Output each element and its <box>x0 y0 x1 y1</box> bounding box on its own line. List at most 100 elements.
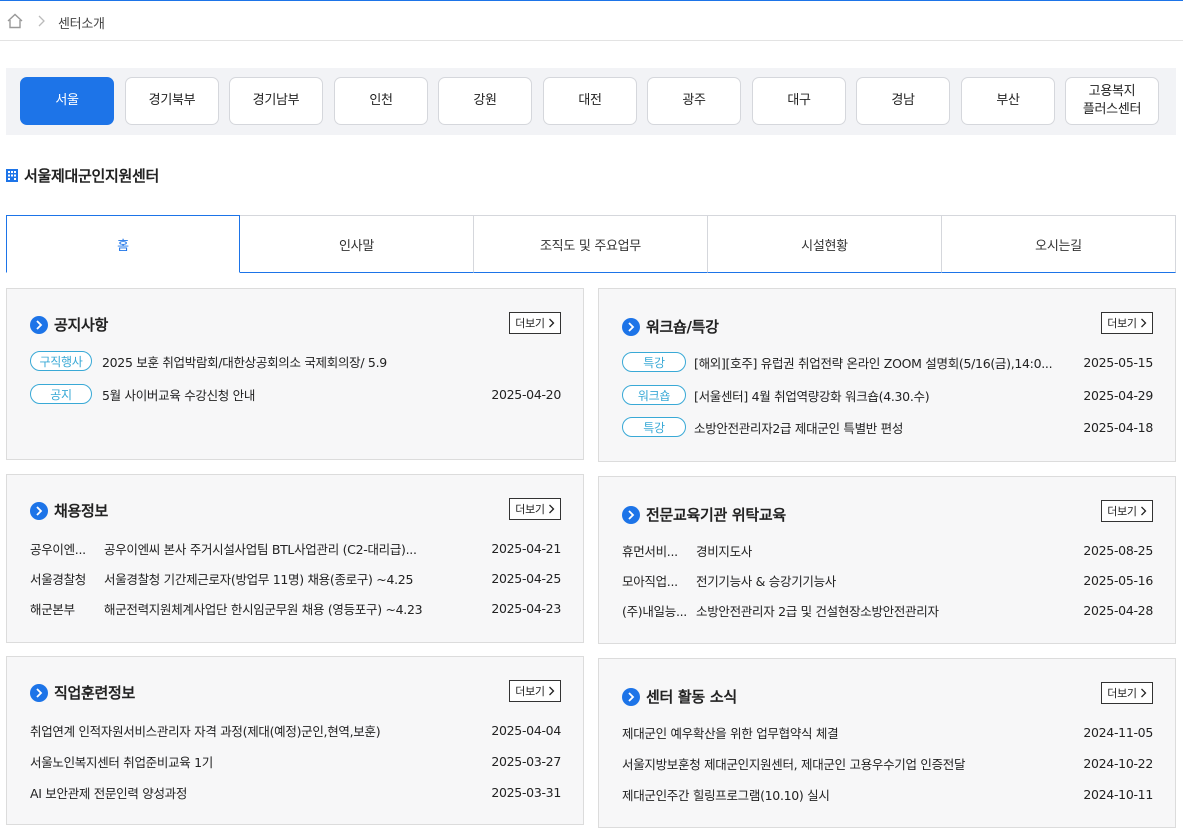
edu-link[interactable]: 소방안전관리자 2급 및 건설현장소방안전관리자 <box>696 601 1073 620</box>
training-link[interactable]: 취업연계 인적자원서비스관리자 자격 과정(제대(예정)군인,현역,보훈) <box>30 721 481 740</box>
chevron-right-icon <box>1140 506 1147 516</box>
tab-facilities[interactable]: 시설현황 <box>708 215 942 273</box>
chevron-right-icon <box>548 504 555 514</box>
chevron-right-icon <box>548 318 555 328</box>
list-item: 공지 5월 사이버교육 수강신청 안내 2025-04-20 <box>30 383 561 405</box>
list-item: 서울경찰청 서울경찰청 기간제근로자(방업무 11명) 채용(종로구) ~4.2… <box>30 567 561 589</box>
chevron-right-icon <box>1140 688 1147 698</box>
activity-panel: 센터 활동 소식 더보기 제대군인 예우확산을 위한 업무협약식 체결 2024… <box>598 658 1176 828</box>
list-item: 모아직업... 전기기능사 & 승강기기능사 2025-05-16 <box>622 569 1153 591</box>
activity-title-text: 센터 활동 소식 <box>646 688 737 706</box>
list-item: 해군본부 해군전력지원체계사업단 한시임군무원 채용 (영등포구) ~4.23 … <box>30 597 561 619</box>
date: 2025-05-16 <box>1083 572 1153 588</box>
workshop-more-button[interactable]: 더보기 <box>1101 312 1153 334</box>
category-badge: 공지 <box>30 384 92 404</box>
workshop-title-text: 워크숍/특강 <box>646 318 719 336</box>
list-item: 서울지방보훈청 제대군인지원센터, 제대군인 고용우수기업 인증전달 2024-… <box>622 752 1153 774</box>
region-button-employment-welfare[interactable]: 고용복지 플러스센터 <box>1065 77 1159 125</box>
date: 2025-04-23 <box>491 600 561 616</box>
more-label: 더보기 <box>515 317 545 330</box>
notice-title-text: 공지사항 <box>54 316 109 334</box>
list-item: (주)내일능... 소방안전관리자 2급 및 건설현장소방안전관리자 2025-… <box>622 599 1153 621</box>
workshop-title: 워크숍/특강 <box>622 316 719 337</box>
workshop-link[interactable]: 소방안전관리자2급 제대군인 특별반 편성 <box>694 418 1073 437</box>
chevron-circle-icon <box>622 687 640 706</box>
training-title-text: 직업훈련정보 <box>54 684 136 702</box>
company-name: 공우이엔... <box>30 541 86 557</box>
job-link[interactable]: 공우이엔씨 본사 주거시설사업팀 BTL사업관리 (C2-대리급)... <box>104 539 481 558</box>
activity-link[interactable]: 서울지방보훈청 제대군인지원센터, 제대군인 고용우수기업 인증전달 <box>622 754 1073 773</box>
list-item: 휴먼서비... 경비지도사 2025-08-25 <box>622 539 1153 561</box>
activity-link[interactable]: 제대군인 예우확산을 위한 업무협약식 체결 <box>622 723 1073 742</box>
workshop-link[interactable]: [서울센터] 4월 취업역량강화 워크숍(4.30.수) <box>694 386 1073 405</box>
region-button-gwangju[interactable]: 광주 <box>647 77 741 125</box>
more-label: 더보기 <box>515 503 545 516</box>
edu-link[interactable]: 전기기능사 & 승강기기능사 <box>696 571 1073 590</box>
job-link[interactable]: 해군전력지원체계사업단 한시임군무원 채용 (영등포구) ~4.23 <box>104 599 481 618</box>
center-title: 서울제대군인지원센터 <box>6 164 159 186</box>
training-title: 직업훈련정보 <box>30 682 135 703</box>
region-button-seoul[interactable]: 서울 <box>20 77 114 125</box>
region-button-busan[interactable]: 부산 <box>961 77 1055 125</box>
list-item: 취업연계 인적자원서비스관리자 자격 과정(제대(예정)군인,현역,보훈) 20… <box>30 719 561 741</box>
activity-title: 센터 활동 소식 <box>622 686 737 707</box>
region-button-daejeon[interactable]: 대전 <box>543 77 637 125</box>
institution-name: (주)내일능... <box>622 603 687 619</box>
chevron-right-icon <box>38 15 45 27</box>
breadcrumb: 센터소개 <box>0 1 1183 41</box>
edu-title-text: 전문교육기관 위탁교육 <box>646 506 786 524</box>
chevron-right-icon <box>548 686 555 696</box>
center-tabs: 홈 인사말 조직도 및 주요업무 시설현황 오시는길 <box>6 215 1176 273</box>
job-link[interactable]: 서울경찰청 기간제근로자(방업무 11명) 채용(종로구) ~4.25 <box>104 569 481 588</box>
workshop-link[interactable]: [해외][호주] 유럽권 취업전략 온라인 ZOOM 설명회(5/16(금),1… <box>694 353 1073 372</box>
list-item: 제대군인 예우확산을 위한 업무협약식 체결 2024-11-05 <box>622 721 1153 743</box>
activity-link[interactable]: 제대군인주간 힐링프로그램(10.10) 실시 <box>622 785 1073 804</box>
notice-link[interactable]: 5월 사이버교육 수강신청 안내 <box>102 385 481 404</box>
chevron-circle-icon <box>622 317 640 336</box>
institution-name: 휴먼서비... <box>622 543 678 559</box>
edu-more-button[interactable]: 더보기 <box>1101 500 1153 522</box>
tab-home[interactable]: 홈 <box>6 215 240 273</box>
list-item: 서울노인복지센터 취업준비교육 1기 2025-03-27 <box>30 750 561 772</box>
date: 2025-04-21 <box>491 540 561 556</box>
more-label: 더보기 <box>1107 317 1137 330</box>
tab-directions[interactable]: 오시는길 <box>942 215 1176 273</box>
date: 2025-04-29 <box>1083 387 1153 403</box>
edu-link[interactable]: 경비지도사 <box>696 541 1073 560</box>
region-button-gyeonggi-north[interactable]: 경기북부 <box>125 77 219 125</box>
training-link[interactable]: AI 보안관제 전문인력 양성과정 <box>30 783 481 802</box>
more-label: 더보기 <box>1107 687 1137 700</box>
company-name: 서울경찰청 <box>30 571 87 587</box>
notice-panel: 공지사항 더보기 구직행사 2025 보훈 취업박람회/대한상공회의소 국제회의… <box>6 288 584 460</box>
region-button-incheon[interactable]: 인천 <box>334 77 428 125</box>
edu-panel: 전문교육기관 위탁교육 더보기 휴먼서비... 경비지도사 2025-08-25… <box>598 476 1176 644</box>
tab-greeting[interactable]: 인사말 <box>240 215 474 273</box>
jobs-more-button[interactable]: 더보기 <box>509 498 561 520</box>
home-icon[interactable] <box>6 12 24 30</box>
region-button-gyeongnam[interactable]: 경남 <box>856 77 950 125</box>
date: 2025-05-15 <box>1083 354 1153 370</box>
category-badge: 특강 <box>622 417 686 437</box>
breadcrumb-current[interactable]: 센터소개 <box>58 13 105 32</box>
date: 2025-04-18 <box>1083 419 1153 435</box>
region-button-daegu[interactable]: 대구 <box>752 77 846 125</box>
jobs-panel: 채용정보 더보기 공우이엔... 공우이엔씨 본사 주거시설사업팀 BTL사업관… <box>6 474 584 643</box>
notice-more-button[interactable]: 더보기 <box>509 312 561 334</box>
list-item: AI 보안관제 전문인력 양성과정 2025-03-31 <box>30 781 561 803</box>
training-more-button[interactable]: 더보기 <box>509 680 561 702</box>
institution-name: 모아직업... <box>622 573 678 589</box>
activity-more-button[interactable]: 더보기 <box>1101 682 1153 704</box>
more-label: 더보기 <box>515 685 545 698</box>
list-item: 구직행사 2025 보훈 취업박람회/대한상공회의소 국제회의장/ 5.9 <box>30 350 561 372</box>
category-badge: 워크숍 <box>622 385 686 405</box>
region-button-gyeonggi-south[interactable]: 경기남부 <box>229 77 323 125</box>
date: 2024-10-22 <box>1083 755 1153 771</box>
region-button-gangwon[interactable]: 강원 <box>438 77 532 125</box>
list-item: 특강 소방안전관리자2급 제대군인 특별반 편성 2025-04-18 <box>622 416 1153 438</box>
notice-link[interactable]: 2025 보훈 취업박람회/대한상공회의소 국제회의장/ 5.9 <box>102 352 551 371</box>
tab-organization[interactable]: 조직도 및 주요업무 <box>474 215 708 273</box>
list-item: 워크숍 [서울센터] 4월 취업역량강화 워크숍(4.30.수) 2025-04… <box>622 384 1153 406</box>
jobs-title: 채용정보 <box>30 500 108 521</box>
training-link[interactable]: 서울노인복지센터 취업준비교육 1기 <box>30 752 481 771</box>
building-icon <box>6 168 18 182</box>
